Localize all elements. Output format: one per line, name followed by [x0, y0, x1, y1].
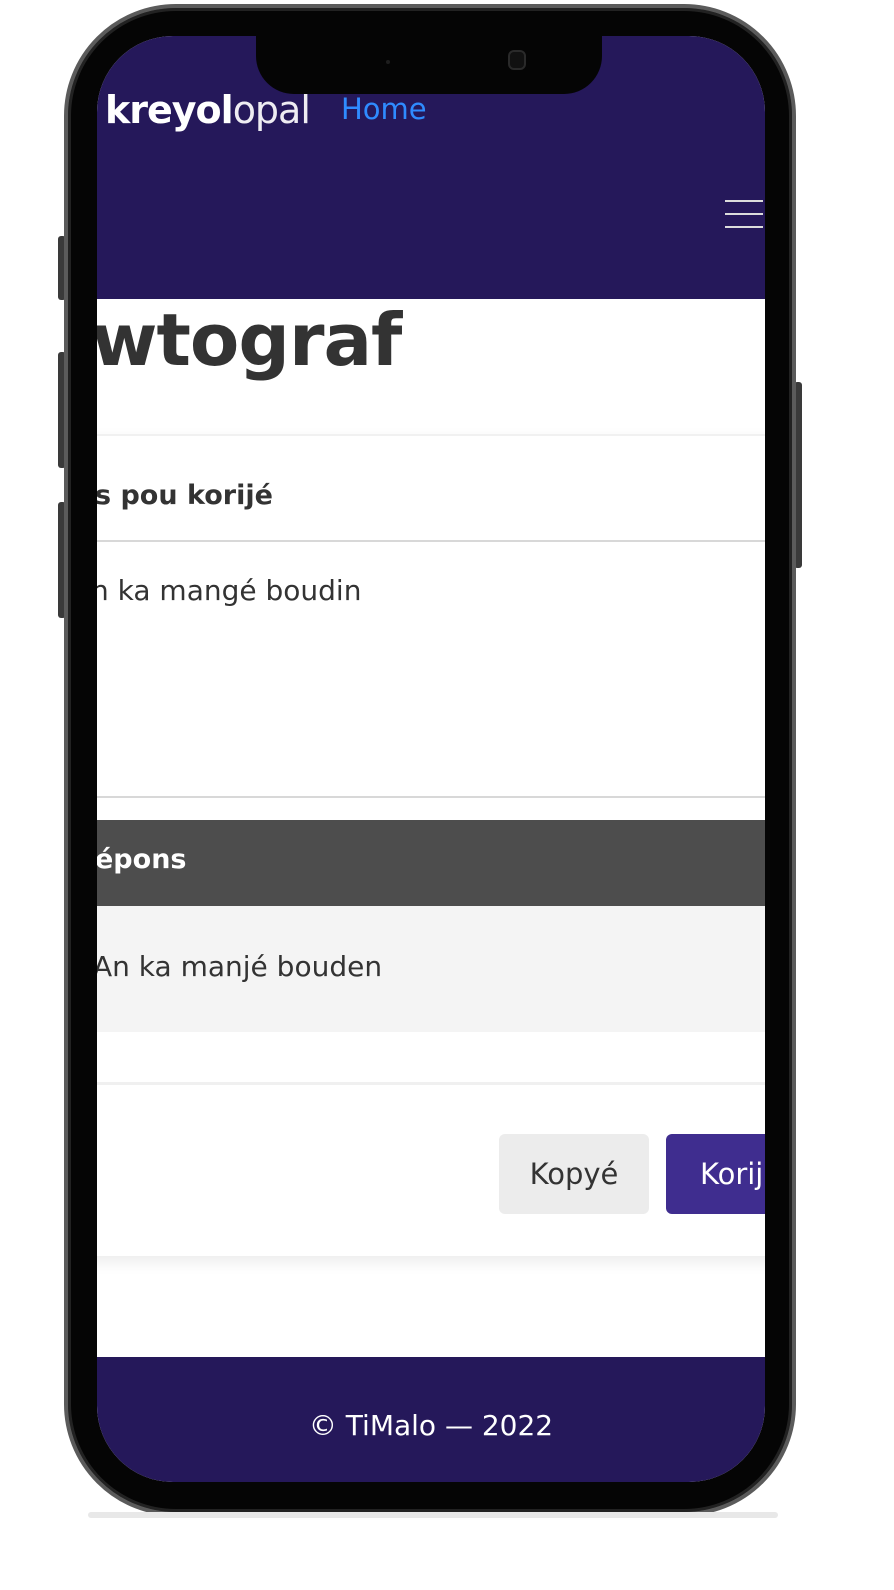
logo-light-text: opal	[232, 88, 311, 132]
nav-home-link[interactable]: Home	[341, 92, 427, 126]
phone-notch	[256, 36, 602, 94]
response-output: An ka manjé bouden	[97, 906, 765, 1032]
response-text: An ka manjé bouden	[97, 950, 383, 983]
device-mockup: kreyolopal Home wtograf s pou korijé n k…	[0, 0, 894, 1590]
logo-bold-text: kreyol	[105, 88, 234, 132]
correction-card: s pou korijé n ka mangé boudin épons An …	[97, 434, 765, 1256]
phone-screen: kreyolopal Home wtograf s pou korijé n k…	[97, 36, 765, 1482]
page-title: wtograf	[97, 298, 402, 382]
response-section-label: épons	[97, 844, 187, 875]
site-footer: © TiMalo — 2022	[97, 1357, 765, 1482]
input-text: n ka mangé boudin	[97, 574, 362, 607]
text-to-correct-input[interactable]: n ka mangé boudin	[97, 540, 765, 798]
phone-shadow	[88, 1512, 778, 1518]
footer-copyright: © TiMalo — 2022	[308, 1409, 554, 1442]
front-camera-icon	[508, 50, 526, 70]
sensor-dot	[386, 60, 390, 64]
input-section-label: s pou korijé	[97, 480, 273, 511]
correct-button[interactable]: Korijé	[666, 1134, 765, 1214]
response-header: épons	[97, 820, 765, 906]
card-divider	[97, 1082, 765, 1085]
brand-logo[interactable]: kreyolopal	[105, 88, 311, 132]
hamburger-menu-icon[interactable]	[725, 200, 763, 230]
copy-button[interactable]: Kopyé	[499, 1134, 649, 1214]
